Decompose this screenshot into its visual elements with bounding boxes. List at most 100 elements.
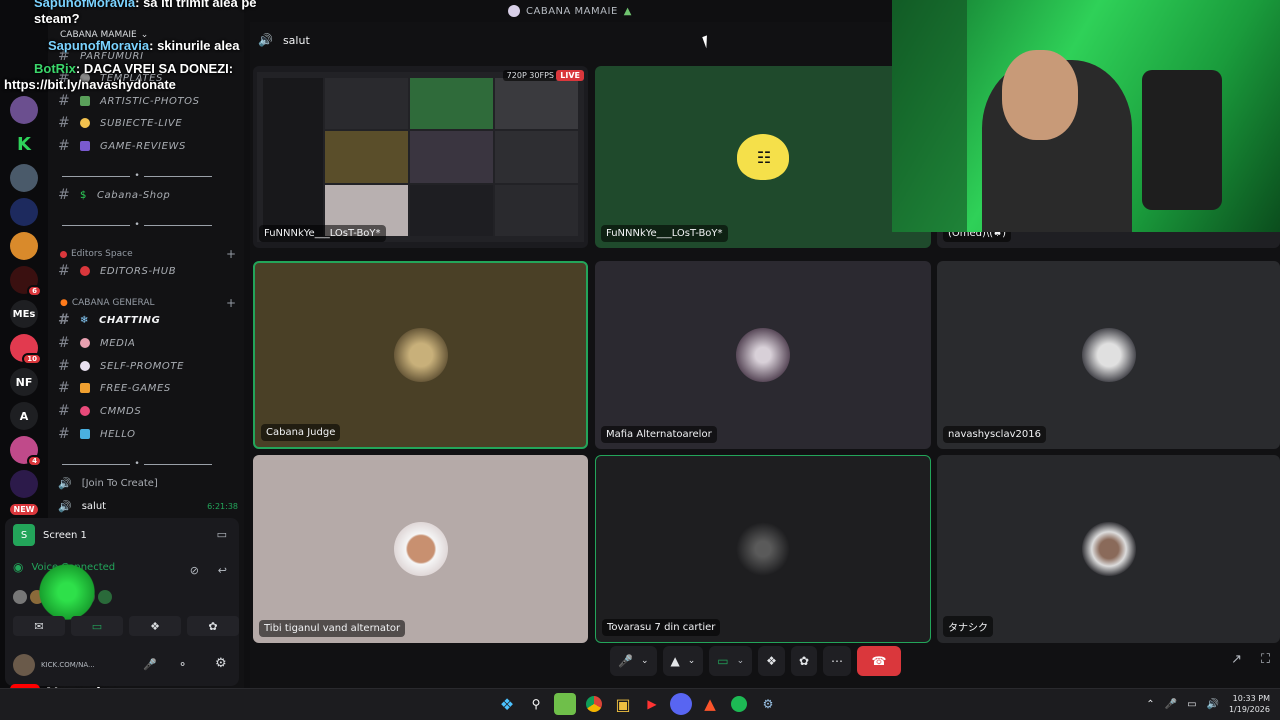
- channel-chatting[interactable]: # ❄ CHATTING: [58, 310, 238, 330]
- folder-icon[interactable]: ▣: [612, 693, 634, 715]
- server-icon-8[interactable]: 10: [10, 334, 42, 365]
- hash-icon: #: [58, 187, 71, 203]
- avatar: [393, 522, 448, 576]
- brave-icon[interactable]: ▲: [699, 693, 721, 715]
- noise-suppression-icon[interactable]: ⊘: [190, 564, 199, 577]
- channel-editors-hub[interactable]: # EDITORS-HUB: [58, 261, 238, 281]
- stop-stream-icon[interactable]: ▭: [217, 528, 227, 541]
- avatar[interactable]: [98, 590, 112, 604]
- more-options-button[interactable]: ⋯: [823, 646, 851, 676]
- camera-button[interactable]: ▲ ⌄: [662, 646, 704, 676]
- server-icon-3[interactable]: [10, 164, 38, 192]
- server-icon-a[interactable]: A: [10, 402, 38, 430]
- soundboard-button[interactable]: ✿: [790, 646, 817, 676]
- steam-icon[interactable]: ⚙: [757, 693, 779, 715]
- channel-media[interactable]: # MEDIA: [58, 333, 238, 353]
- microphone-icon[interactable]: 🎤: [1165, 699, 1177, 710]
- divider-line: •: [62, 459, 212, 469]
- grin-icon: ☷: [756, 147, 771, 167]
- search-icon[interactable]: ⚲: [525, 693, 547, 715]
- screen-share-button[interactable]: ▭ ⌄: [709, 646, 753, 676]
- chat-username: BotRix: [34, 61, 76, 76]
- participant-tile[interactable]: Tovarasu 7 din cartier: [595, 455, 931, 643]
- channel-subiecte-live[interactable]: # SUBIECTE-LIVE: [58, 113, 238, 133]
- channel-cabana-shop[interactable]: # $ Cabana-Shop: [58, 185, 238, 205]
- participant-tile[interactable]: タナシク: [937, 455, 1280, 643]
- mute-button[interactable]: 🎤 ⌄: [610, 646, 657, 676]
- participant-tile[interactable]: ☷ FuNNNkYe___LOsT-BoY*: [595, 66, 931, 248]
- avatar: [736, 522, 790, 576]
- camera-off-button[interactable]: ✉: [13, 616, 65, 636]
- fullscreen-icon[interactable]: ⛶: [1261, 652, 1270, 667]
- discord-icon[interactable]: [670, 693, 692, 715]
- server-icon-5[interactable]: [10, 232, 38, 260]
- chevron-up-icon[interactable]: ⌃: [1146, 699, 1154, 710]
- red-dot-icon: [60, 250, 67, 258]
- add-channel-icon[interactable]: +: [226, 247, 236, 261]
- soundboard-button[interactable]: ✿: [187, 616, 239, 636]
- voice-channel-join-to-create[interactable]: 🔊 [Join To Create]: [58, 473, 238, 493]
- screen-share-icon: ▭: [717, 654, 729, 668]
- media-player-icon[interactable]: ▶: [641, 693, 663, 715]
- hash-icon: #: [58, 93, 71, 109]
- activities-button[interactable]: ❖: [758, 646, 785, 676]
- chat-message: SapunofMoravia: skinurile alea: [48, 38, 288, 54]
- divider-line: •: [62, 220, 212, 230]
- server-icon-12[interactable]: [10, 470, 38, 498]
- red-circle-icon: [80, 266, 90, 276]
- avatar: [1081, 522, 1136, 576]
- hash-icon: #: [58, 335, 71, 351]
- server-icon-mes[interactable]: MEs: [10, 300, 38, 328]
- popout-icon[interactable]: ↗: [1231, 652, 1242, 667]
- category-editors-space[interactable]: Editors Space +: [60, 247, 236, 261]
- add-channel-icon[interactable]: +: [226, 296, 236, 310]
- stream-tile[interactable]: 720P 30FPS LIVE FuNNNkYe___LOsT-BoY*: [253, 66, 588, 248]
- screen-share-row[interactable]: S Screen 1: [13, 524, 87, 546]
- activities-button[interactable]: ❖: [129, 616, 181, 636]
- participant-name: Cabana Judge: [261, 424, 341, 441]
- channel-cmmds[interactable]: # CMMDS: [58, 401, 238, 421]
- server-icon-6[interactable]: 6: [10, 266, 42, 297]
- participant-tile[interactable]: navashysclav2016: [937, 261, 1280, 449]
- channel-label: ARTISTIC-PHOTOS: [100, 95, 200, 107]
- participant-tile[interactable]: Mafia Alternatoarelor: [595, 261, 931, 449]
- fire-icon: ●: [60, 298, 68, 308]
- system-tray: ⌃ 🎤 ▭ 🔊 10:33 PM 1/19/2026: [1146, 693, 1270, 715]
- clock[interactable]: 10:33 PM 1/19/2026: [1229, 693, 1270, 715]
- disconnect-icon[interactable]: ↩: [218, 564, 227, 577]
- avatar[interactable]: [13, 590, 27, 604]
- server-icon-4[interactable]: [10, 198, 38, 226]
- microphone-icon[interactable]: 🎤: [143, 658, 157, 671]
- server-icon-11[interactable]: 4: [10, 436, 42, 467]
- participant-tile[interactable]: Cabana Judge: [253, 261, 588, 449]
- channel-game-reviews[interactable]: # GAME-REVIEWS: [58, 136, 238, 156]
- channel-hello[interactable]: # HELLO: [58, 424, 238, 444]
- channel-artistic-photos[interactable]: # ARTISTIC-PHOTOS: [58, 91, 238, 111]
- spotify-icon[interactable]: [728, 693, 750, 715]
- gear-icon[interactable]: ⚙: [215, 656, 227, 671]
- user-tag: KICK.COM/NA...: [41, 661, 95, 669]
- chat-message: BotRix: DACA VREI SA DONEZI: https://bit…: [4, 61, 234, 93]
- channel-free-games[interactable]: # FREE-GAMES: [58, 378, 238, 398]
- channel-self-promote[interactable]: # SELF-PROMOTE: [58, 356, 238, 376]
- windows-start-icon[interactable]: ❖: [496, 693, 518, 715]
- share-screen-button[interactable]: ▭: [71, 616, 123, 636]
- server-icon-nf[interactable]: NF: [10, 368, 38, 396]
- voice-channel-salut[interactable]: 🔊 salut 6:21:38: [58, 496, 238, 516]
- hang-up-button[interactable]: ☎: [857, 646, 901, 676]
- server-icon-1[interactable]: [10, 96, 38, 124]
- channel-label: [Join To Create]: [81, 477, 158, 489]
- participant-tile[interactable]: Tibi tiganul vand alternator: [253, 455, 588, 643]
- category-cabana-general[interactable]: ● CABANA GENERAL +: [60, 296, 236, 310]
- headphones-icon[interactable]: ⚬: [178, 658, 187, 671]
- chrome-icon[interactable]: [583, 693, 605, 715]
- volume-icon[interactable]: 🔊: [1207, 699, 1219, 710]
- chat-username: SapunofMoravia: [48, 38, 150, 53]
- participant-name: タナシク: [943, 616, 993, 637]
- network-icon[interactable]: ▭: [1187, 699, 1196, 710]
- screen-label: Screen 1: [43, 529, 87, 541]
- user-avatar[interactable]: [13, 654, 35, 676]
- notepad-icon[interactable]: [554, 693, 576, 715]
- participant-name: FuNNNkYe___LOsT-BoY*: [259, 225, 386, 242]
- server-icon-k[interactable]: K: [10, 130, 38, 158]
